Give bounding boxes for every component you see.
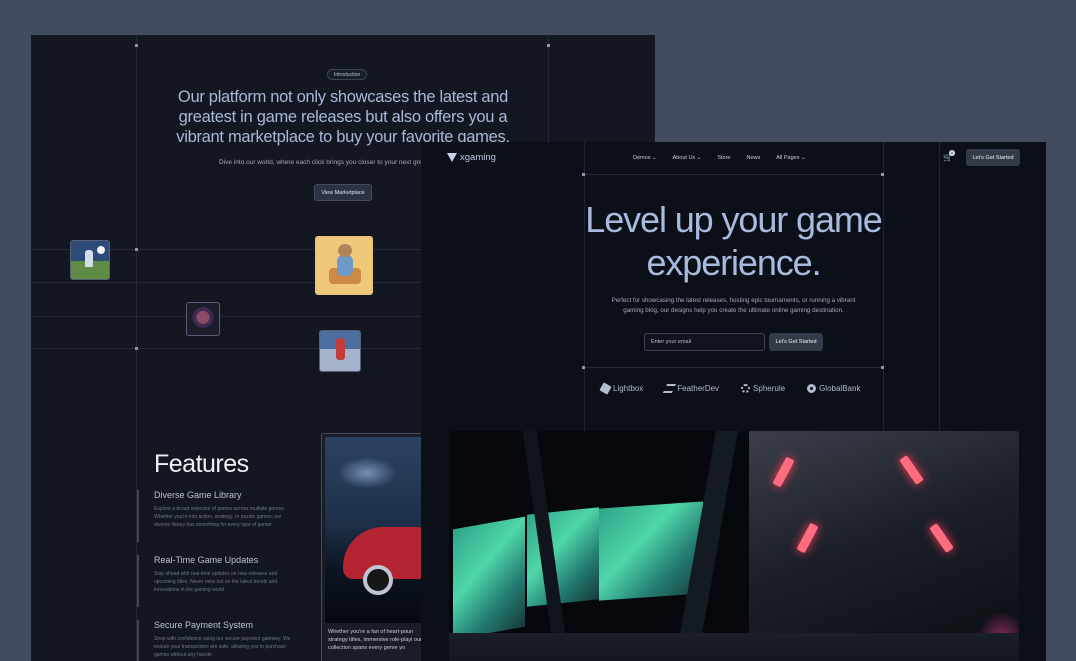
intro-headline: Our platform not only showcases the late… [176, 88, 510, 146]
brand-name: Spherule [753, 384, 786, 393]
xgaming-logo-icon [447, 153, 457, 162]
grid-dot [135, 248, 138, 251]
features-heading: Features [154, 450, 249, 478]
nav-all-pages[interactable]: All Pages ⌄ [776, 155, 805, 161]
feature-description: Explore a broad selection of games acros… [154, 506, 286, 528]
feature-item: Real-Time Game Updates Stay ahead with r… [137, 555, 297, 607]
feature-description: Stay ahead with real-time updates on new… [154, 571, 278, 593]
grid-dot [582, 366, 585, 369]
game-thumbnail-helmet[interactable] [186, 302, 220, 336]
grid-dot [881, 173, 884, 176]
nav-about-us[interactable]: About Us ⌄ [673, 155, 702, 161]
brand-featherdev: FeatherDev [663, 384, 720, 393]
grid-dot [881, 366, 884, 369]
feature-title: Real-Time Game Updates [154, 555, 259, 565]
partner-logos: Lightbox FeatherDev Spherule GlobalBank [599, 382, 860, 395]
feature-title: Diverse Game Library [154, 490, 242, 500]
hero-subtitle: Perfect for showcasing the latest releas… [611, 297, 856, 314]
brand-logo[interactable]: xgaming [447, 152, 496, 163]
hero-title: Level up your game experience. [585, 199, 883, 283]
brand-globalbank: GlobalBank [807, 384, 860, 393]
cart-count-badge: 0 [949, 150, 955, 156]
email-input[interactable] [644, 333, 765, 351]
game-thumbnail-soccer[interactable] [70, 240, 110, 280]
grid-dot [135, 44, 138, 47]
header-get-started-button[interactable]: Let's Get Started [966, 149, 1020, 166]
brand-name: FeatherDev [677, 384, 720, 393]
genre-card-text: Whether you're a fan of heart-poun strat… [328, 629, 422, 651]
racing-car-image [325, 437, 430, 623]
lightbox-icon [599, 382, 612, 395]
game-thumbnail-basketball[interactable] [319, 330, 361, 372]
game-thumbnail-character[interactable] [315, 236, 373, 295]
feature-item: Secure Payment System Shop with confiden… [137, 620, 297, 661]
spherule-icon [741, 384, 751, 393]
brand-lightbox: Lightbox [599, 382, 644, 395]
view-marketplace-button[interactable]: View Marketplace [314, 184, 372, 201]
feature-title: Secure Payment System [154, 620, 254, 630]
logo-text: xgaming [460, 152, 496, 163]
feature-description: Shop with confidence using our secure pa… [154, 636, 291, 658]
grid-dot [547, 44, 550, 47]
grid-dot [582, 173, 585, 176]
nav-news[interactable]: News [746, 155, 760, 161]
grid-dot [135, 347, 138, 350]
gaming-setup-image [449, 431, 1019, 661]
nav-store[interactable]: Store [717, 155, 730, 161]
intro-badge: Introduction [327, 69, 368, 80]
intro-subtext: Dive into our world, where each click br… [219, 159, 434, 166]
brand-name: GlobalBank [819, 384, 861, 393]
brand-spherule: Spherule [741, 384, 785, 393]
front-page-preview: xgaming Demos ⌄ About Us ⌄ Store News Al… [421, 142, 1046, 661]
genre-card[interactable]: Whether you're a fan of heart-poun strat… [321, 433, 431, 661]
nav-demos[interactable]: Demos ⌄ [633, 155, 657, 161]
feature-item: Diverse Game Library Explore a broad sel… [137, 490, 297, 542]
featherdev-icon [663, 384, 677, 393]
hero-get-started-button[interactable]: Let's Get Started [769, 333, 823, 351]
globalbank-icon [807, 384, 817, 393]
brand-name: Lightbox [613, 384, 644, 393]
main-nav: Demos ⌄ About Us ⌄ Store News All Pages … [633, 155, 806, 161]
